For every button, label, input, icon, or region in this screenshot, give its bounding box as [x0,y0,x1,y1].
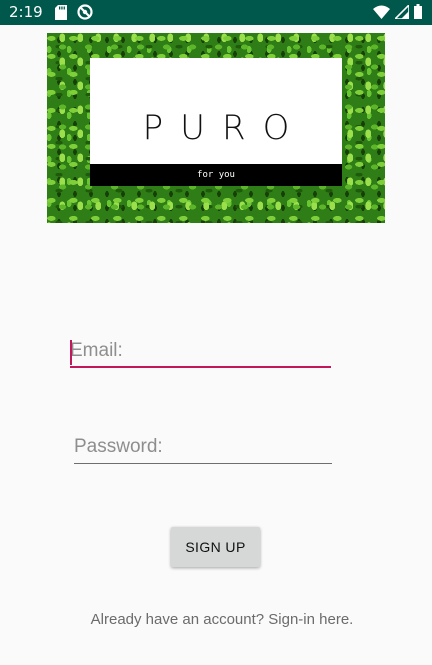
sign-up-button[interactable]: SIGN UP [171,527,260,567]
status-right-icons [373,4,422,19]
hedge-banner-image: PURO for you [47,33,385,223]
wifi-icon [373,5,390,19]
logo-tagline: for you [90,164,342,186]
password-field-container [74,436,332,464]
email-field[interactable] [70,340,331,368]
logo-text: PURO [142,108,307,148]
battery-icon [414,4,422,19]
status-left-icons [55,4,93,20]
signup-screen: 2:19 PURO for you Email: SIGN UP Already… [0,0,432,665]
sign-in-link[interactable]: Already have an account? Sign-in here. [0,611,432,628]
password-field[interactable] [74,436,332,464]
cell-signal-icon [395,4,409,19]
logo-card: PURO for you [90,58,342,186]
email-field-container [70,340,331,368]
text-cursor [70,340,72,365]
sd-card-icon [55,4,67,20]
do-not-disturb-icon [77,4,93,20]
status-bar: 2:19 [0,0,432,25]
status-time: 2:19 [9,3,43,21]
